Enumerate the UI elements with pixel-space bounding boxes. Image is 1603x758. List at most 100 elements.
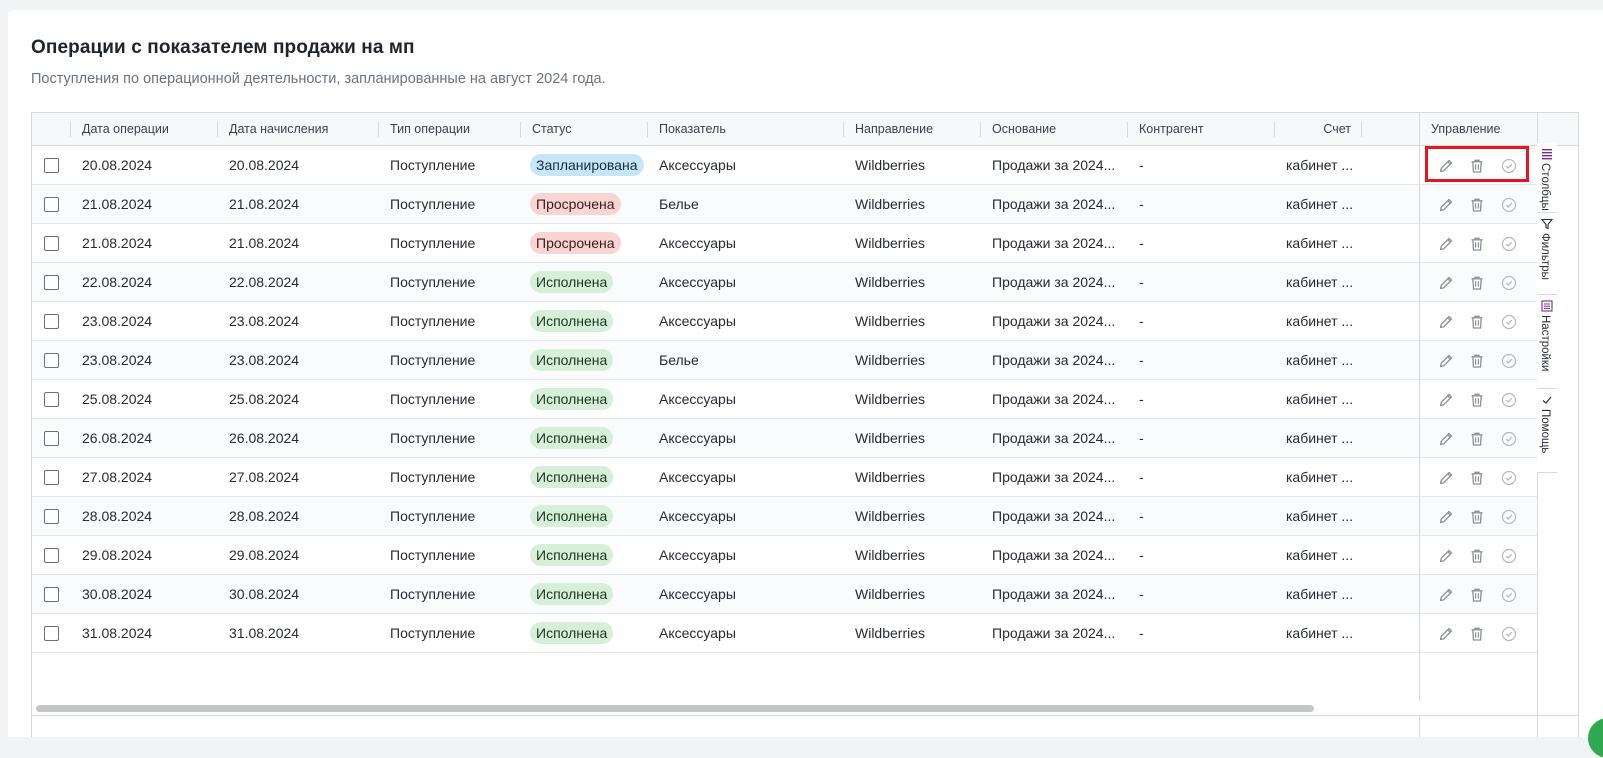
- table-row[interactable]: 28.08.2024 28.08.2024 Поступление Исполнена…: [32, 497, 1537, 536]
- row-checkbox[interactable]: [44, 548, 59, 563]
- cell-basis: Продажи за 2024...: [992, 352, 1116, 368]
- delete-button[interactable]: [1468, 469, 1486, 487]
- table-row[interactable]: 22.08.2024 22.08.2024 Поступление Исполнена…: [32, 263, 1537, 302]
- complete-button[interactable]: [1500, 274, 1518, 292]
- row-actions: [1419, 185, 1537, 224]
- row-checkbox[interactable]: [44, 431, 59, 446]
- edit-button[interactable]: [1437, 391, 1455, 409]
- cell-direction: Wildberries: [855, 508, 926, 524]
- table-row[interactable]: 30.08.2024 30.08.2024 Поступление Исполнена…: [32, 575, 1537, 614]
- table-row[interactable]: 27.08.2024 27.08.2024 Поступление Исполнена…: [32, 458, 1537, 497]
- row-checkbox[interactable]: [44, 626, 59, 641]
- cell-basis: Продажи за 2024...: [992, 547, 1116, 563]
- edit-button[interactable]: [1437, 430, 1455, 448]
- cell-basis: Продажи за 2024...: [992, 196, 1116, 212]
- row-checkbox[interactable]: [44, 158, 59, 173]
- header-counterparty[interactable]: Контрагент: [1127, 113, 1274, 146]
- delete-button[interactable]: [1468, 391, 1486, 409]
- complete-button[interactable]: [1500, 625, 1518, 643]
- header-basis[interactable]: Основание: [980, 113, 1127, 146]
- row-checkbox[interactable]: [44, 509, 59, 524]
- edit-button[interactable]: [1437, 469, 1455, 487]
- header-status[interactable]: Статус: [520, 113, 647, 146]
- delete-button[interactable]: [1468, 430, 1486, 448]
- complete-button[interactable]: [1500, 313, 1518, 331]
- status-badge: Запланирована: [530, 154, 644, 177]
- edit-button[interactable]: [1437, 235, 1455, 253]
- edit-button[interactable]: [1437, 352, 1455, 370]
- filter-icon: [1540, 217, 1554, 230]
- cell-date-op: 21.08.2024: [82, 196, 153, 212]
- edit-button[interactable]: [1437, 196, 1455, 214]
- horizontal-scrollbar-thumb[interactable]: [36, 705, 1314, 712]
- row-checkbox[interactable]: [44, 587, 59, 602]
- complete-button[interactable]: [1500, 586, 1518, 604]
- complete-button[interactable]: [1500, 391, 1518, 409]
- header-indicator[interactable]: Показатель: [647, 113, 843, 146]
- side-tab-columns[interactable]: Столбцы: [1537, 143, 1557, 213]
- cell-direction: Wildberries: [855, 352, 926, 368]
- row-checkbox[interactable]: [44, 314, 59, 329]
- delete-button[interactable]: [1468, 235, 1486, 253]
- table-row[interactable]: 23.08.2024 23.08.2024 Поступление Исполнена…: [32, 302, 1537, 341]
- status-cell: Запланирована: [520, 146, 644, 185]
- side-tab-filters[interactable]: Фильтры: [1537, 213, 1557, 295]
- row-checkbox[interactable]: [44, 392, 59, 407]
- row-checkbox[interactable]: [44, 470, 59, 485]
- edit-button[interactable]: [1437, 547, 1455, 565]
- complete-button[interactable]: [1500, 547, 1518, 565]
- delete-button[interactable]: [1468, 196, 1486, 214]
- complete-button[interactable]: [1500, 235, 1518, 253]
- complete-button[interactable]: [1500, 157, 1518, 175]
- complete-button[interactable]: [1500, 508, 1518, 526]
- table-row[interactable]: 20.08.2024 20.08.2024 Поступление Запланиро…: [32, 146, 1537, 185]
- cell-basis: Продажи за 2024...: [992, 313, 1116, 329]
- row-actions: [1419, 419, 1537, 458]
- header-date-acc[interactable]: Дата начисления: [217, 113, 378, 146]
- edit-button[interactable]: [1437, 274, 1455, 292]
- delete-button[interactable]: [1468, 313, 1486, 331]
- table-row[interactable]: 31.08.2024 31.08.2024 Поступление Исполнена…: [32, 614, 1537, 653]
- header-date-op[interactable]: Дата операции: [70, 113, 217, 146]
- delete-button[interactable]: [1468, 274, 1486, 292]
- delete-button[interactable]: [1468, 625, 1486, 643]
- row-checkbox[interactable]: [44, 236, 59, 251]
- chat-widget-button[interactable]: [1588, 718, 1603, 758]
- complete-button[interactable]: [1500, 352, 1518, 370]
- row-checkbox[interactable]: [44, 353, 59, 368]
- table-row[interactable]: 29.08.2024 29.08.2024 Поступление Исполнена…: [32, 536, 1537, 575]
- row-checkbox[interactable]: [44, 275, 59, 290]
- row-checkbox[interactable]: [44, 197, 59, 212]
- check-circle-icon: [1501, 548, 1517, 564]
- edit-button[interactable]: [1437, 313, 1455, 331]
- header-account[interactable]: Счет: [1274, 113, 1361, 146]
- edit-button[interactable]: [1437, 625, 1455, 643]
- cell-basis: Продажи за 2024...: [992, 157, 1116, 173]
- complete-button[interactable]: [1500, 469, 1518, 487]
- header-op-type[interactable]: Тип операции: [378, 113, 520, 146]
- check-circle-icon: [1501, 353, 1517, 369]
- cell-op-type: Поступление: [390, 625, 476, 641]
- delete-button[interactable]: [1468, 157, 1486, 175]
- table-row[interactable]: 26.08.2024 26.08.2024 Поступление Исполнена…: [32, 419, 1537, 458]
- table-row[interactable]: 21.08.2024 21.08.2024 Поступление Просрочен…: [32, 224, 1537, 263]
- edit-button[interactable]: [1437, 508, 1455, 526]
- delete-button[interactable]: [1468, 586, 1486, 604]
- complete-button[interactable]: [1500, 430, 1518, 448]
- complete-button[interactable]: [1500, 196, 1518, 214]
- side-tab-help[interactable]: Помощь: [1537, 389, 1557, 473]
- header-direction[interactable]: Направление: [843, 113, 980, 146]
- table-row[interactable]: 21.08.2024 21.08.2024 Поступление Просрочен…: [32, 185, 1537, 224]
- table-row[interactable]: 25.08.2024 25.08.2024 Поступление Исполнена…: [32, 380, 1537, 419]
- trash-icon: [1471, 432, 1483, 446]
- cell-date-op: 29.08.2024: [82, 547, 153, 563]
- cell-account: кабинет ...: [1286, 196, 1354, 212]
- delete-button[interactable]: [1468, 547, 1486, 565]
- delete-button[interactable]: [1468, 352, 1486, 370]
- edit-button[interactable]: [1437, 157, 1455, 175]
- table-row[interactable]: 23.08.2024 23.08.2024 Поступление Исполнена…: [32, 341, 1537, 380]
- edit-button[interactable]: [1437, 586, 1455, 604]
- trash-icon: [1471, 627, 1483, 641]
- side-tab-settings[interactable]: Настройки: [1537, 295, 1557, 389]
- delete-button[interactable]: [1468, 508, 1486, 526]
